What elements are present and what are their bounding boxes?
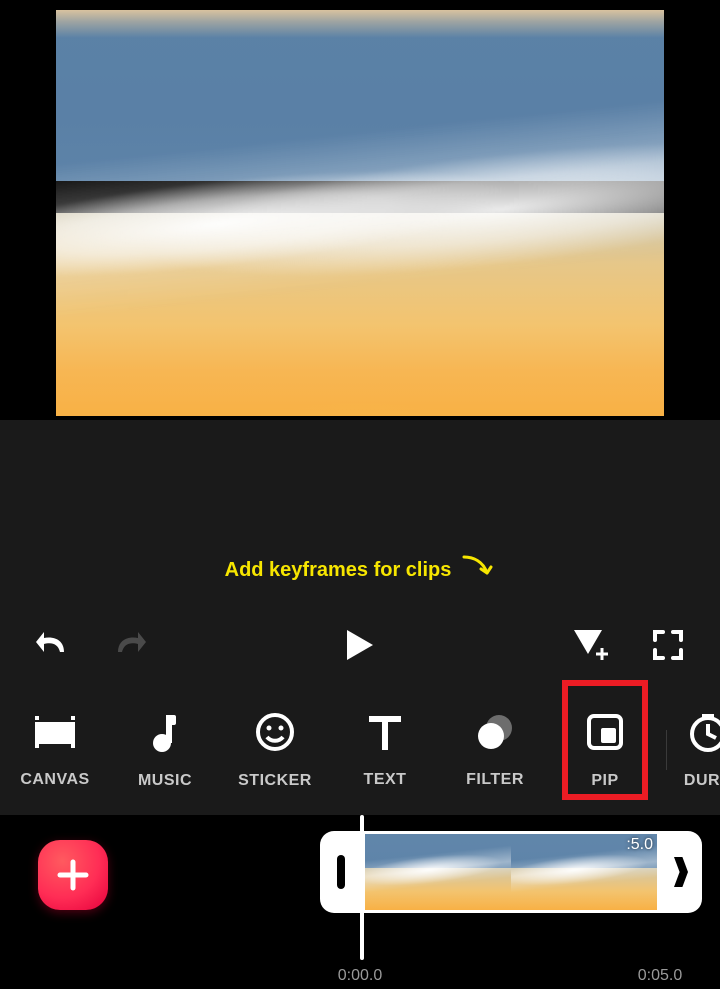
tool-label: STICKER <box>238 772 312 790</box>
playhead[interactable] <box>360 815 364 960</box>
filter-icon <box>473 712 517 757</box>
music-icon <box>148 711 182 758</box>
text-icon <box>366 712 404 757</box>
clock-icon <box>687 711 720 758</box>
add-keyframe-button[interactable] <box>560 615 620 675</box>
clip-trim-handle-left[interactable] <box>320 831 362 913</box>
tool-label: CANVAS <box>20 771 89 789</box>
canvas-icon <box>32 712 78 757</box>
undo-button[interactable] <box>22 615 82 675</box>
preview-frame[interactable] <box>56 10 664 416</box>
redo-button[interactable] <box>100 615 160 675</box>
tool-label: TEXT <box>364 771 407 789</box>
video-editor-screen: { "hint": { "text": "Add keyframes for c… <box>0 0 720 989</box>
clip-trim-handle-right[interactable] <box>660 831 702 913</box>
plus-icon <box>55 857 91 893</box>
clip-duration-badge: :5.0 <box>626 836 653 854</box>
hint-text: Add keyframes for clips <box>225 559 452 582</box>
tool-text[interactable]: TEXT <box>330 690 440 810</box>
hint-row: Add keyframes for clips <box>0 552 720 588</box>
tool-label: DURA <box>684 772 720 790</box>
tool-canvas[interactable]: CANVAS <box>0 690 110 810</box>
status-bar <box>0 0 720 10</box>
add-media-button[interactable] <box>38 840 108 910</box>
fullscreen-button[interactable] <box>638 615 698 675</box>
timeline-area[interactable]: :5.0 0:00.0 0:05.0 <box>0 815 720 989</box>
preview-area <box>0 10 720 420</box>
tool-separator <box>666 730 667 770</box>
tool-duration[interactable]: DURA <box>673 690 720 810</box>
time-tick: 0:00.0 <box>338 967 382 985</box>
clip-track[interactable]: :5.0 <box>362 831 660 913</box>
pip-icon <box>584 711 626 758</box>
clip-thumbnail <box>365 834 511 910</box>
tool-sticker[interactable]: STICKER <box>220 690 330 810</box>
play-button[interactable] <box>330 615 390 675</box>
sticker-icon <box>254 711 296 758</box>
playback-controls <box>0 610 720 680</box>
tool-label: PIP <box>591 772 618 790</box>
tool-filter[interactable]: FILTER <box>440 690 550 810</box>
tool-strip[interactable]: CANVAS MUSIC STICKER TEXT FILTER <box>0 685 720 815</box>
tool-music[interactable]: MUSIC <box>110 690 220 810</box>
time-tick: 0:05.0 <box>638 967 682 985</box>
time-ruler[interactable]: 0:00.0 0:05.0 <box>0 967 720 989</box>
hint-arrow-icon <box>461 553 495 588</box>
tool-label: FILTER <box>466 771 524 789</box>
tool-pip[interactable]: PIP <box>550 690 660 810</box>
tool-label: MUSIC <box>138 772 192 790</box>
